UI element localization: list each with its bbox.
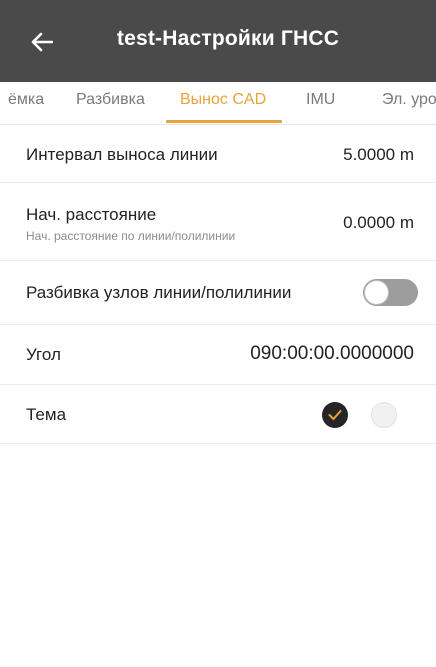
theme-light-option[interactable]: [371, 402, 397, 428]
start-distance-sublabel: Нач. расстояние по линии/полилинии: [26, 229, 236, 243]
tab-electronic-level[interactable]: Эл. уро: [382, 82, 436, 124]
theme-dark-option[interactable]: [322, 402, 348, 428]
angle-label: Угол: [26, 345, 61, 364]
page-title: test-Настройки ГНСС: [116, 27, 340, 50]
tab-survey[interactable]: ёмка: [8, 82, 44, 124]
tab-imu[interactable]: IMU: [306, 82, 335, 124]
node-staking-toggle[interactable]: [363, 279, 418, 306]
app-bar: test-Настройки ГНСС: [0, 0, 436, 82]
tab-stakeout[interactable]: Разбивка: [76, 82, 145, 124]
start-distance-label: Нач. расстояние: [26, 205, 157, 224]
line-interval-row[interactable]: Интервал выноса линии 5.0000 m: [0, 125, 436, 183]
toggle-knob: [364, 280, 389, 305]
tab-bar: ёмка Разбивка Вынос CAD IMU Эл. уро: [0, 82, 436, 125]
active-tab-indicator: [166, 120, 282, 123]
node-staking-label: Разбивка узлов линии/полилинии: [26, 283, 292, 302]
line-interval-value[interactable]: 5.0000 m: [343, 145, 414, 165]
start-distance-row[interactable]: Нач. расстояние Нач. расстояние по линии…: [0, 183, 436, 261]
start-distance-value[interactable]: 0.0000 m: [343, 213, 414, 233]
angle-row[interactable]: Угол 090:00:00.0000000: [0, 325, 436, 385]
theme-label: Тема: [26, 405, 67, 424]
checkmark-icon: [328, 410, 342, 420]
tab-cad-stakeout[interactable]: Вынос CAD: [180, 82, 266, 124]
theme-row: Тема: [0, 385, 436, 444]
node-staking-row: Разбивка узлов линии/полилинии: [0, 261, 436, 325]
line-interval-label: Интервал выноса линии: [26, 145, 218, 164]
angle-value[interactable]: 090:00:00.0000000: [250, 343, 414, 365]
